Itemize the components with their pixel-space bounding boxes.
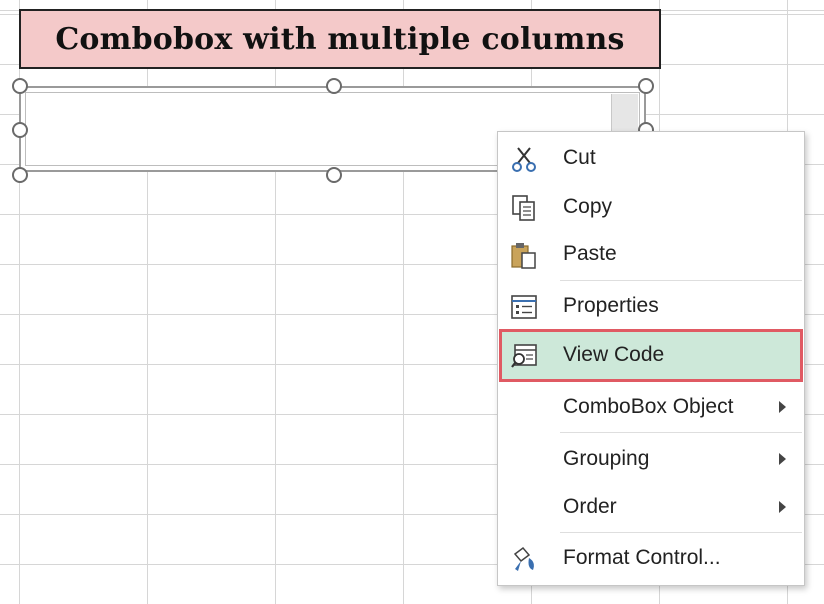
menu-item-label: ComboBox Object	[563, 395, 734, 418]
resize-handle-bottom-center[interactable]	[326, 167, 342, 183]
resize-handle-top-center[interactable]	[326, 78, 342, 94]
menu-separator	[560, 432, 802, 433]
title-text: Combobox with multiple columns	[55, 21, 625, 57]
menu-item-view-code[interactable]: View Code	[498, 332, 804, 378]
submenu-arrow-icon	[779, 401, 786, 413]
menu-item-label: Copy	[563, 195, 613, 218]
menu-item-label: Order	[563, 495, 617, 518]
resize-handle-bottom-left[interactable]	[12, 167, 28, 183]
menu-item-grouping[interactable]: Grouping	[498, 436, 804, 482]
menu-item-properties[interactable]: Properties	[498, 283, 804, 329]
context-menu: Cut Copy Paste Properties View Code Comb…	[497, 131, 805, 586]
menu-item-order[interactable]: Order	[498, 484, 804, 530]
menu-separator	[560, 532, 802, 533]
properties-icon	[509, 292, 539, 322]
menu-item-label: Cut	[563, 146, 596, 169]
scissors-icon	[509, 144, 539, 174]
view-code-icon	[509, 341, 539, 371]
menu-item-label: Paste	[563, 242, 617, 265]
submenu-arrow-icon	[779, 453, 786, 465]
menu-item-copy[interactable]: Copy	[498, 184, 804, 230]
copy-icon	[509, 193, 539, 223]
menu-item-format-control[interactable]: Format Control...	[498, 535, 804, 581]
format-control-icon	[509, 544, 539, 574]
title-banner: Combobox with multiple columns	[19, 9, 661, 69]
paste-icon	[509, 240, 539, 270]
resize-handle-top-right[interactable]	[638, 78, 654, 94]
submenu-arrow-icon	[779, 501, 786, 513]
menu-item-label: Format Control...	[563, 546, 721, 569]
resize-handle-top-left[interactable]	[12, 78, 28, 94]
menu-item-combobox-object[interactable]: ComboBox Object	[498, 384, 804, 430]
menu-item-label: Properties	[563, 294, 659, 317]
menu-separator	[560, 280, 802, 281]
resize-handle-middle-left[interactable]	[12, 122, 28, 138]
menu-item-paste[interactable]: Paste	[498, 231, 804, 277]
menu-item-cut[interactable]: Cut	[498, 135, 804, 181]
menu-item-label: Grouping	[563, 447, 650, 470]
menu-item-label: View Code	[563, 343, 665, 366]
